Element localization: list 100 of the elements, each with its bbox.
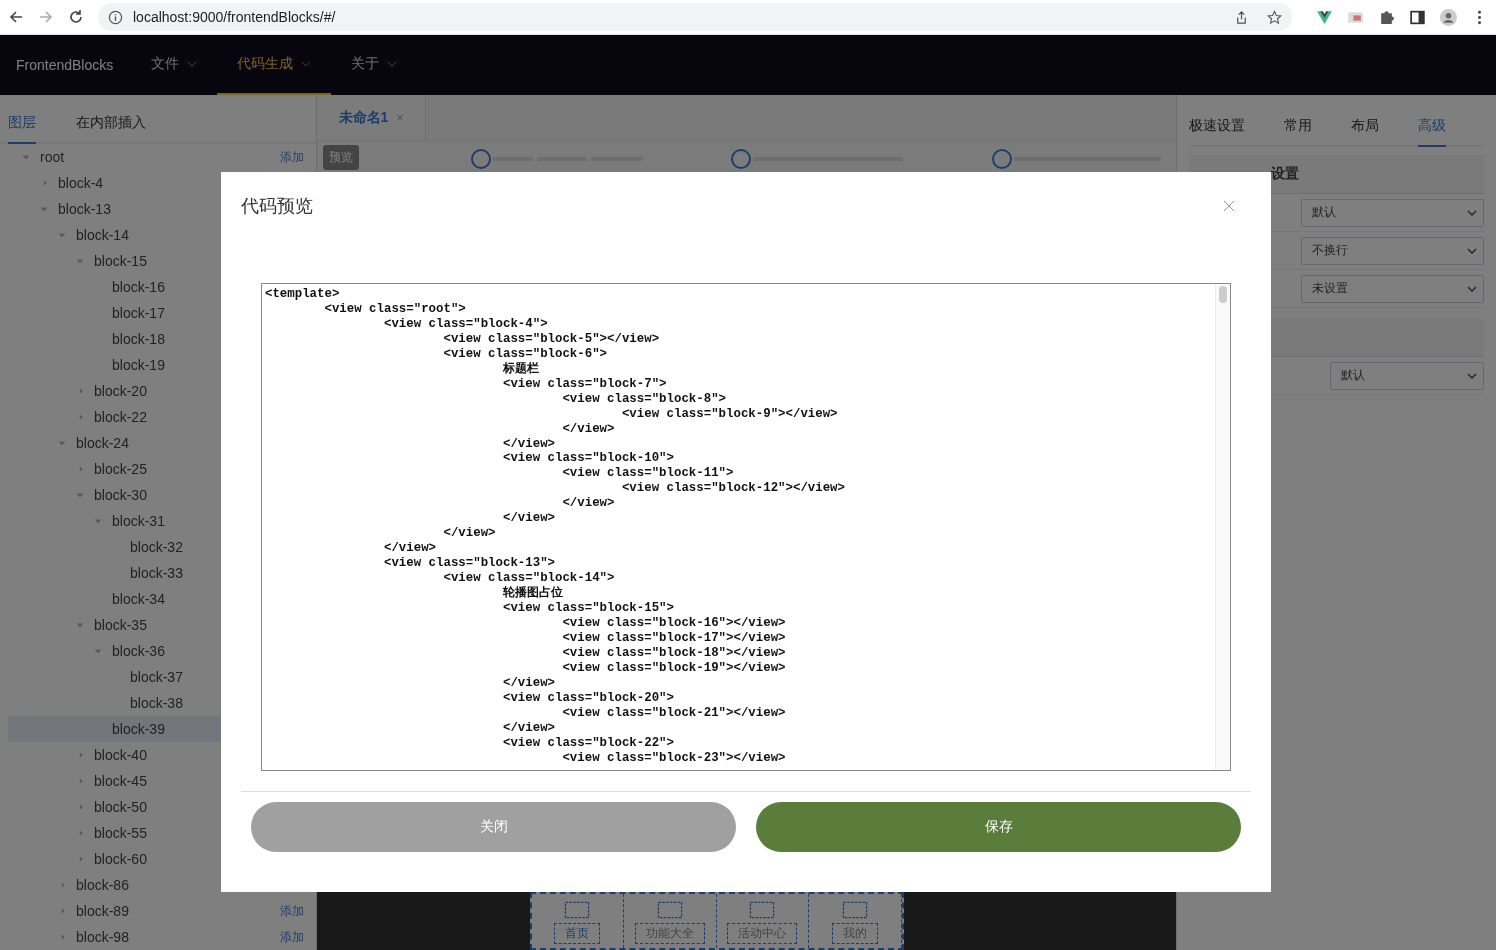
vue-extension-icon[interactable] [1316, 8, 1333, 26]
caret-right-icon[interactable] [78, 465, 84, 473]
tab-icon[interactable] [748, 901, 777, 919]
code-line: <view class="block-11"> [561, 466, 735, 482]
phone-tab[interactable]: 功能大全 [634, 923, 705, 944]
forward-icon[interactable] [38, 9, 54, 25]
caret-right-icon[interactable] [78, 829, 84, 837]
code-line: <view class="block-4"> [383, 316, 549, 332]
tree-item[interactable]: block-89 添加 [8, 898, 308, 924]
share-icon[interactable] [1234, 9, 1249, 25]
tree-item[interactable]: block-35 [8, 612, 308, 638]
tree-item[interactable]: block-14 [8, 222, 308, 248]
tree-item[interactable]: root 添加 [8, 144, 308, 170]
tree-item[interactable]: block-45 [8, 768, 308, 794]
tree-item[interactable]: block-4 [8, 170, 308, 196]
tree-item[interactable]: block-22 [8, 404, 308, 430]
caret-right-icon[interactable] [78, 855, 84, 863]
code-line: 轮播图占位 [501, 586, 564, 601]
code-line: <view class="block-16"></view> [561, 615, 787, 631]
caret-down-icon[interactable] [94, 517, 102, 525]
code-line: </view> [383, 541, 438, 557]
tree-item[interactable]: block-40 [8, 742, 308, 768]
caret-right-icon[interactable] [78, 751, 84, 759]
close-icon[interactable] [1223, 200, 1235, 212]
tree-item[interactable]: block-25 [8, 456, 308, 482]
select-field[interactable]: 默认 [1330, 361, 1484, 390]
caret-down-icon[interactable] [40, 205, 48, 213]
dialog-title: 代码预览 [241, 195, 313, 218]
caret-down-icon[interactable] [76, 257, 84, 265]
caret-down-icon[interactable] [22, 153, 30, 161]
code-line: <view class="block-14"> [442, 571, 616, 586]
address-bar[interactable]: localhost:9000/frontendBlocks/#/ [98, 3, 1292, 31]
code-line: </view> [501, 720, 556, 736]
settings-tab[interactable]: 高级 [1418, 117, 1446, 147]
select-field[interactable]: 未设置 [1301, 274, 1484, 303]
code-text-area[interactable] [261, 283, 1231, 771]
caret-right-icon[interactable] [42, 179, 48, 187]
tree-item[interactable]: block-36 [8, 638, 308, 664]
scrollbar-thumb[interactable] [1219, 286, 1227, 303]
settings-tab[interactable]: 布局 [1351, 117, 1379, 147]
puzzle-icon[interactable] [1378, 8, 1395, 26]
tab-icon[interactable] [563, 901, 592, 919]
caret-right-icon[interactable] [60, 907, 66, 915]
chevron-down-icon [1467, 372, 1477, 379]
code-line: <view class="block-21"></view> [561, 705, 787, 721]
code-line: <view class="block-18"></view> [561, 645, 787, 661]
code-line: <view class="block-8"> [561, 391, 728, 407]
section-title: 设置 [1271, 165, 1299, 183]
code-line: <view class="block-5"></view> [442, 331, 661, 347]
code-line: <view class="block-20"> [501, 690, 675, 706]
dialog-button[interactable]: 关闭 [251, 802, 736, 852]
code-line: <view class="block-15"> [501, 601, 675, 616]
profile-avatar-icon[interactable] [1440, 8, 1457, 26]
code-line: <view class="block-7"> [501, 376, 668, 392]
caret-right-icon[interactable] [78, 387, 84, 395]
caret-down-icon[interactable] [58, 231, 66, 239]
panel-tab[interactable]: 在内部插入 [76, 114, 146, 144]
nav-menu[interactable]: 关于 [331, 35, 418, 95]
caret-right-icon[interactable] [78, 413, 84, 421]
add-link[interactable]: 添加 [280, 928, 304, 946]
panel-tab[interactable]: 图层 [8, 114, 36, 144]
settings-tab[interactable]: 常用 [1284, 117, 1312, 147]
nav-menu[interactable]: 文件 [131, 35, 218, 95]
settings-tab[interactable]: 极速设置 [1189, 117, 1245, 147]
tree-item[interactable]: block-30 [8, 482, 308, 508]
caret-right-icon[interactable] [78, 803, 84, 811]
select-field[interactable]: 不换行 [1301, 236, 1484, 265]
tree-item[interactable]: block-15 [8, 248, 308, 274]
dialog-button[interactable]: 保存 [756, 802, 1241, 852]
tree-item[interactable]: block-86 [8, 872, 308, 898]
code-line: <template> [265, 287, 341, 302]
phone-tab[interactable]: 首页 [554, 923, 601, 944]
app-brand: FrontendBlocks [16, 57, 114, 73]
code-line: </view> [501, 511, 556, 527]
select-field[interactable]: 默认 [1301, 198, 1484, 227]
back-icon[interactable] [8, 9, 24, 25]
caret-down-icon[interactable] [76, 621, 84, 629]
tree-item[interactable]: block-98 添加 [8, 924, 308, 950]
caret-down-icon[interactable] [58, 439, 66, 447]
caret-down-icon[interactable] [76, 491, 84, 499]
caret-right-icon[interactable] [78, 777, 84, 785]
chevron-down-icon [1467, 209, 1477, 216]
close-tab-button[interactable]: × [396, 110, 404, 125]
tab-icon[interactable] [840, 901, 869, 919]
caret-right-icon[interactable] [60, 881, 66, 889]
reload-icon[interactable] [68, 9, 84, 25]
tab-icon[interactable] [655, 901, 684, 919]
tree-item[interactable]: block-20 [8, 378, 308, 404]
tree-item[interactable]: block-31 [8, 508, 308, 534]
scrollbar[interactable] [1215, 284, 1230, 770]
sidebar-icon[interactable] [1409, 8, 1426, 26]
add-link[interactable]: 添加 [280, 148, 304, 166]
code-line: </view> [501, 436, 556, 452]
star-icon[interactable] [1267, 9, 1282, 25]
tree-item[interactable]: block-24 [8, 430, 308, 456]
info-icon[interactable] [108, 9, 123, 25]
add-link[interactable]: 添加 [280, 902, 304, 920]
code-line: <view class="block-19"></view> [561, 660, 787, 676]
caret-down-icon[interactable] [94, 647, 102, 655]
caret-right-icon[interactable] [60, 933, 66, 941]
